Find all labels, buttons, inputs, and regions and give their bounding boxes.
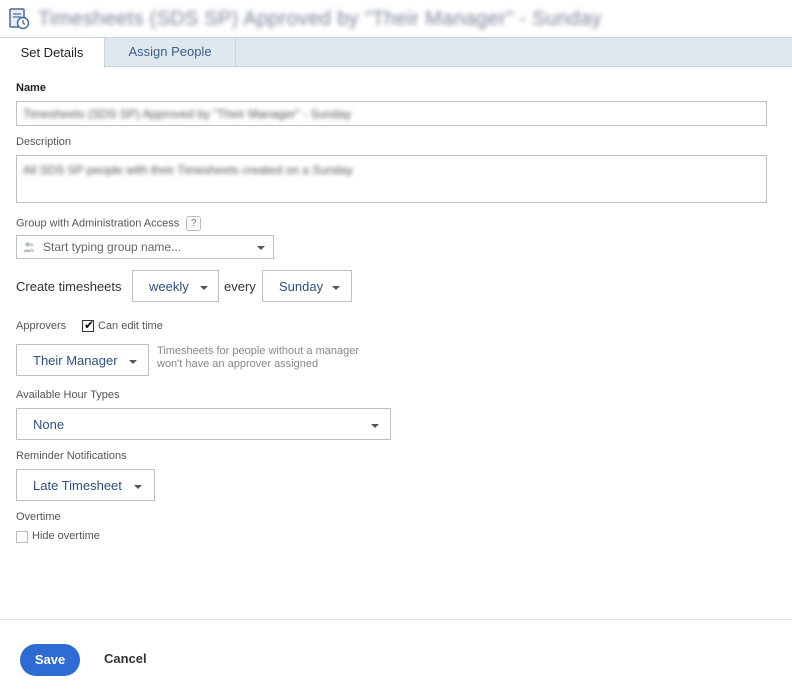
approver-dropdown[interactable]: Their Manager [16,344,149,376]
group-admin-placeholder: Start typing group name... [43,240,182,254]
group-admin-select[interactable]: Start typing group name... [16,235,274,259]
can-edit-label: Can edit time [98,320,163,332]
approvers-label: Approvers [16,320,67,332]
check-icon: ✔ [84,318,95,332]
day-value: Sunday [279,279,324,294]
tab-bar: Set Details Assign People [0,37,792,68]
group-admin-label: Group with Administration Access ? [16,216,202,231]
tab-set-details[interactable]: Set Details [0,37,105,68]
chevron-down-icon [129,360,137,364]
day-dropdown[interactable]: Sunday [262,270,352,302]
group-admin-label-text: Group with Administration Access [16,217,180,230]
name-label: Name [16,82,46,94]
hour-types-label: Available Hour Types [16,389,120,401]
frequency-dropdown[interactable]: weekly [132,270,219,302]
help-icon[interactable]: ? [186,216,202,231]
chevron-down-icon [134,485,142,489]
description-label: Description [16,136,72,148]
chevron-down-icon [332,286,340,290]
hide-overtime-label: Hide overtime [32,530,100,542]
description-value: All SDS SP people with their Timesheets … [23,163,353,177]
hour-types-dropdown[interactable]: None [16,408,391,440]
title-bar: Timesheets (SDS SP) Approved by "Their M… [0,0,792,38]
cancel-button[interactable]: Cancel [104,651,147,666]
name-value: Timesheets (SDS SP) Approved by "Their M… [23,107,352,121]
reminders-label: Reminder Notifications [16,450,127,462]
timesheet-gear-icon [9,8,30,30]
reminders-value: Late Timesheet [33,478,122,493]
approver-value: Their Manager [33,353,118,368]
approver-hint-line1: Timesheets for people without a manager [157,345,359,357]
save-button[interactable]: Save [20,644,80,676]
chevron-down-icon [257,246,265,250]
approver-hint-line2: won't have an approver assigned [157,358,319,370]
window-title: Timesheets (SDS SP) Approved by "Their M… [38,8,602,30]
tab-assign-people[interactable]: Assign People [105,37,236,68]
description-textarea[interactable]: All SDS SP people with their Timesheets … [16,155,767,203]
name-input[interactable]: Timesheets (SDS SP) Approved by "Their M… [16,101,767,126]
every-label: every [224,279,256,294]
frequency-value: weekly [149,279,189,294]
chevron-down-icon [200,286,208,290]
can-edit-checkbox[interactable]: ✔ [82,318,95,332]
approver-hint: Timesheets for people without a manager … [157,345,387,371]
reminders-dropdown[interactable]: Late Timesheet [16,469,155,501]
hour-types-value: None [33,417,65,432]
chevron-down-icon [371,424,379,428]
hide-overtime-checkbox[interactable] [16,531,28,543]
people-icon [23,242,35,252]
overtime-label: Overtime [16,511,61,523]
footer-divider [0,619,792,620]
create-timesheets-label: Create timesheets [16,279,122,294]
